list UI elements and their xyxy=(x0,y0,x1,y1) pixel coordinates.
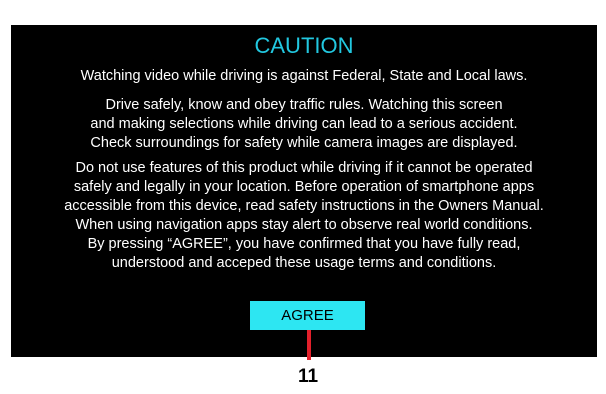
drive-safely-paragraph: Drive safely, know and obey traffic rule… xyxy=(11,96,597,153)
text-line: and making selections while driving can … xyxy=(90,116,518,132)
text-line: Do not use features of this product whil… xyxy=(75,160,533,176)
callout-number: 11 xyxy=(297,366,319,387)
text-line: Drive safely, know and obey traffic rule… xyxy=(105,97,503,113)
text-line: Watching video while driving is against … xyxy=(80,68,528,84)
text-line: When using navigation apps stay alert to… xyxy=(75,217,533,233)
laws-paragraph: Watching video while driving is against … xyxy=(11,67,597,86)
text-line: safely and legally in your location. Bef… xyxy=(73,179,535,195)
text-line: By pressing “AGREE”, you have confirmed … xyxy=(87,236,521,252)
caution-title: CAUTION xyxy=(254,33,354,58)
terms-paragraph: Do not use features of this product whil… xyxy=(11,159,597,273)
agree-button[interactable]: AGREE xyxy=(250,301,365,330)
text-line: Check surroundings for safety while came… xyxy=(90,135,518,151)
text-line: accessible from this device, read safety… xyxy=(64,198,544,214)
caution-screen: CAUTION Watching video while driving is … xyxy=(11,25,597,357)
text-line: understood and acceped these usage terms… xyxy=(111,255,497,271)
callout-line xyxy=(307,330,311,360)
